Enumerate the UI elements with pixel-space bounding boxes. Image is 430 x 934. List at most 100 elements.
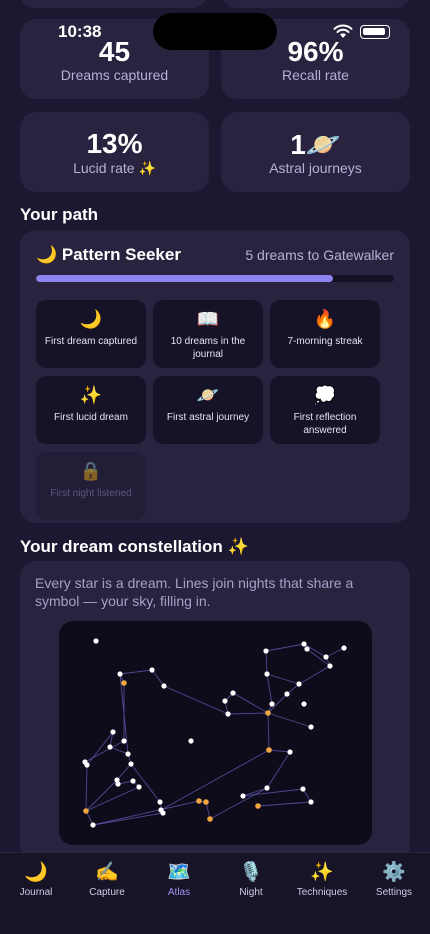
badge-first-night-locked[interactable]: 🔒 First night listened bbox=[36, 452, 146, 520]
stat-value: 1🪐 bbox=[290, 129, 341, 160]
dream-star[interactable] bbox=[149, 667, 155, 673]
dream-star[interactable] bbox=[304, 646, 310, 652]
dream-star[interactable] bbox=[93, 638, 99, 644]
constellation-section-title: Your dream constellation ✨ bbox=[20, 537, 249, 556]
dream-star[interactable] bbox=[264, 671, 270, 677]
dream-star[interactable] bbox=[300, 786, 306, 792]
dream-star[interactable] bbox=[308, 724, 314, 730]
constellation-line bbox=[116, 763, 132, 781]
dream-star[interactable] bbox=[84, 762, 90, 768]
book-icon: 📖 bbox=[196, 309, 220, 329]
thought-bubble-icon: 💭 bbox=[313, 385, 337, 405]
constellation-line bbox=[325, 647, 345, 658]
tab-atlas[interactable]: 🗺️ Atlas bbox=[143, 861, 215, 898]
dream-star[interactable] bbox=[121, 738, 127, 744]
dream-star[interactable] bbox=[222, 698, 228, 704]
tab-settings[interactable]: ⚙️ Settings bbox=[358, 861, 430, 898]
wifi-icon bbox=[333, 24, 353, 38]
tab-journal[interactable]: 🌙 Journal bbox=[0, 861, 72, 898]
battery-icon bbox=[360, 25, 390, 39]
badge-label: First reflection answered bbox=[293, 412, 357, 436]
tab-night[interactable]: 🎙️ Night bbox=[215, 861, 287, 898]
dream-star[interactable] bbox=[161, 683, 167, 689]
tab-label: Settings bbox=[375, 887, 413, 898]
badge-first-lucid[interactable]: ✨ First lucid dream bbox=[36, 376, 146, 444]
dream-star[interactable] bbox=[188, 738, 194, 744]
map-icon: 🗺️ bbox=[167, 862, 191, 883]
dream-star[interactable] bbox=[136, 784, 142, 790]
dream-star[interactable] bbox=[265, 710, 271, 716]
dream-star[interactable] bbox=[341, 645, 347, 651]
dream-star[interactable] bbox=[157, 799, 163, 805]
dream-star[interactable] bbox=[125, 751, 131, 757]
dream-star[interactable] bbox=[301, 701, 307, 707]
stat-card-astral-journeys: 1🪐 Astral journeys bbox=[221, 112, 410, 192]
constellation-line bbox=[109, 746, 129, 755]
dream-star[interactable] bbox=[284, 691, 290, 697]
moon-icon: 🌙 bbox=[24, 862, 48, 883]
badge-morning-streak[interactable]: 🔥 7-morning streak bbox=[270, 300, 380, 368]
dream-star[interactable] bbox=[115, 781, 121, 787]
level-progress-fill bbox=[36, 275, 334, 282]
badge-label: First lucid dream bbox=[54, 412, 128, 423]
stat-label: Lucid rate ✨ bbox=[73, 160, 156, 176]
dream-star[interactable] bbox=[117, 671, 123, 677]
dream-star[interactable] bbox=[121, 680, 127, 686]
constellation-line bbox=[85, 764, 88, 812]
badge-label: First astral journey bbox=[166, 412, 250, 423]
dream-star[interactable] bbox=[308, 799, 314, 805]
dream-star[interactable] bbox=[287, 749, 293, 755]
badge-label: First dream captured bbox=[44, 336, 138, 347]
planet-icon: 🪐 bbox=[196, 385, 220, 405]
dream-star[interactable] bbox=[128, 761, 134, 767]
constellation-line bbox=[268, 749, 291, 753]
dream-star[interactable] bbox=[263, 648, 269, 654]
dream-star[interactable] bbox=[130, 778, 136, 784]
dream-star[interactable] bbox=[255, 803, 261, 809]
dream-star[interactable] bbox=[266, 747, 272, 753]
tab-capture[interactable]: ✍️ Capture bbox=[71, 861, 143, 898]
dream-star[interactable] bbox=[269, 701, 275, 707]
status-bar: 10:38 bbox=[0, 0, 430, 50]
dream-star[interactable] bbox=[327, 663, 333, 669]
constellation-description: Every star is a dream. Lines join nights… bbox=[35, 575, 354, 609]
constellation-line bbox=[265, 650, 268, 675]
dream-star[interactable] bbox=[225, 711, 231, 717]
tab-label: Techniques bbox=[296, 887, 348, 898]
dream-star[interactable] bbox=[203, 799, 209, 805]
dynamic-island bbox=[153, 13, 277, 50]
badge-ten-dreams[interactable]: 📖 10 dreams in the journal bbox=[153, 300, 263, 368]
dream-star[interactable] bbox=[110, 729, 116, 735]
next-level-text: 5 dreams to Gatewalker bbox=[245, 247, 394, 263]
dream-star[interactable] bbox=[196, 798, 202, 804]
dream-star[interactable] bbox=[264, 785, 270, 791]
constellation-line bbox=[84, 740, 125, 763]
sparkles-icon: ✨ bbox=[310, 862, 334, 883]
constellation-map[interactable] bbox=[59, 621, 372, 845]
dream-star[interactable] bbox=[323, 654, 329, 660]
tab-label: Atlas bbox=[167, 887, 191, 898]
constellation-line bbox=[265, 643, 305, 652]
constellation-line bbox=[266, 751, 291, 789]
badge-first-astral[interactable]: 🪐 First astral journey bbox=[153, 376, 263, 444]
dream-star[interactable] bbox=[83, 808, 89, 814]
level-title: 🌙 Pattern Seeker bbox=[36, 245, 181, 264]
dream-star[interactable] bbox=[301, 641, 307, 647]
constellation-line bbox=[85, 779, 118, 812]
dream-star[interactable] bbox=[240, 793, 246, 799]
badge-label: 7-morning streak bbox=[287, 336, 363, 347]
tab-techniques[interactable]: ✨ Techniques bbox=[286, 861, 358, 898]
badge-first-dream[interactable]: 🌙 First dream captured bbox=[36, 300, 146, 368]
constellation-line bbox=[85, 786, 140, 812]
dream-star[interactable] bbox=[107, 744, 113, 750]
dream-star[interactable] bbox=[90, 822, 96, 828]
badge-first-reflection[interactable]: 💭 First reflection answered bbox=[270, 376, 380, 444]
dream-star[interactable] bbox=[160, 810, 166, 816]
dream-star[interactable] bbox=[207, 816, 213, 822]
dream-star[interactable] bbox=[230, 690, 236, 696]
dream-star[interactable] bbox=[296, 681, 302, 687]
constellation-line bbox=[266, 673, 300, 685]
constellation-sky[interactable] bbox=[59, 621, 372, 845]
constellation-line bbox=[119, 669, 153, 675]
stat-label: Astral journeys bbox=[269, 160, 362, 176]
